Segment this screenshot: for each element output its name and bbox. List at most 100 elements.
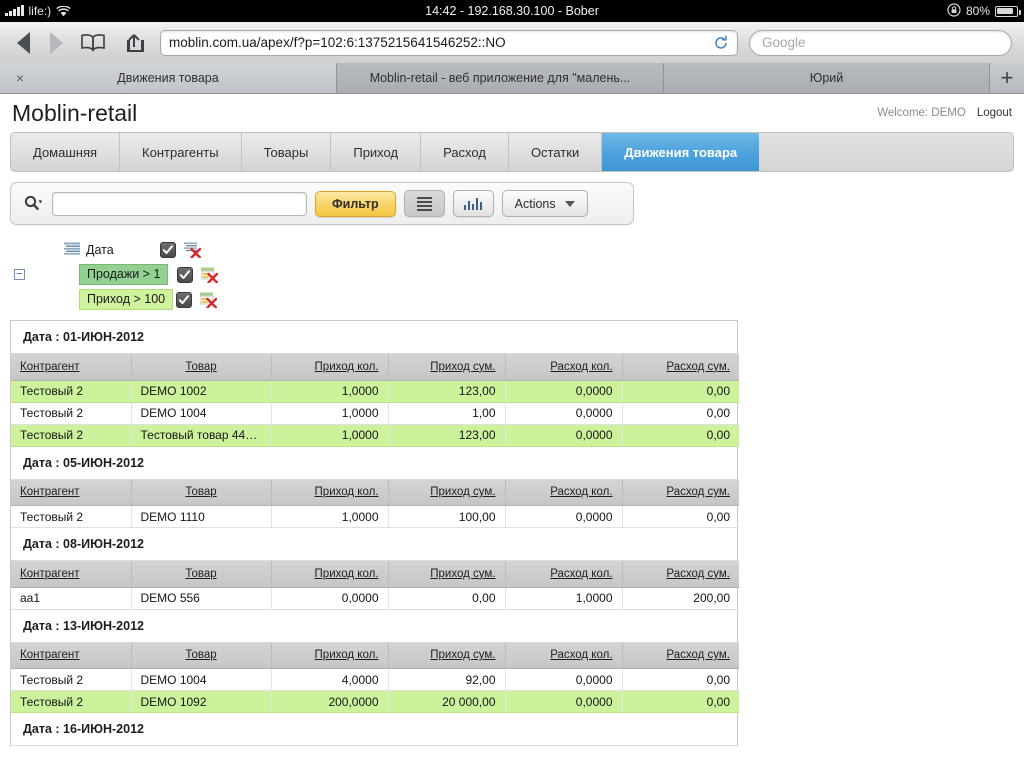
nav-tab-tovary[interactable]: Товары — [241, 133, 332, 171]
cell-kontragent: Тестовый 2 — [11, 402, 132, 425]
remove-control-break-icon[interactable] — [183, 242, 201, 259]
nav-tab-rashod[interactable]: Расход — [421, 133, 509, 171]
url-bar[interactable]: moblin.com.ua/apex/f?p=102:6:13752156415… — [160, 29, 738, 56]
status-bar-title: 14:42 - 192.168.30.100 - Bober — [425, 4, 599, 18]
remove-highlight-icon[interactable] — [201, 267, 219, 284]
highlight-enabled-checkbox[interactable] — [177, 266, 194, 283]
column-header-label: Расход сум. — [666, 486, 730, 499]
column-header-prihod-kol[interactable]: Приход кол. — [271, 561, 389, 588]
cell-prihod-sum: 0,00 — [388, 587, 506, 610]
logout-link[interactable]: Logout — [977, 107, 1012, 119]
column-header-prihod-sum[interactable]: Приход сум. — [388, 561, 506, 588]
report-filters-panel: Дата − Продажи > 1 Приход > 100 — [0, 225, 1024, 312]
status-bar-right: 80% — [947, 2, 1024, 20]
new-tab-button[interactable]: + — [990, 63, 1024, 93]
column-header-kontragent[interactable]: Контрагент — [11, 561, 132, 588]
table-row[interactable]: Тестовый 2 DEMO 1004 1,0000 1,00 0,0000 … — [11, 402, 739, 425]
cell-rashod-sum: 200,00 — [622, 587, 739, 610]
nav-tab-prihod[interactable]: Приход — [331, 133, 422, 171]
highlight-badge[interactable]: Приход > 100 — [79, 288, 174, 311]
bar-chart-icon — [463, 197, 483, 210]
column-header-tovar[interactable]: Товар — [131, 642, 272, 669]
column-header-label: Расход сум. — [666, 360, 730, 373]
browser-tab-1[interactable]: Moblin-retail - веб приложение для "мале… — [337, 63, 664, 93]
share-icon[interactable] — [119, 30, 149, 56]
column-header-rashod-kol[interactable]: Расход кол. — [505, 561, 623, 588]
column-header-kontragent[interactable]: Контрагент — [11, 642, 132, 669]
nav-tab-label: Домашняя — [33, 144, 98, 160]
column-header-prihod-kol[interactable]: Приход кол. — [271, 354, 389, 381]
browser-toolbar: moblin.com.ua/apex/f?p=102:6:13752156415… — [0, 22, 1024, 64]
cell-rashod-sum: 0,00 — [622, 402, 739, 425]
actions-label: Actions — [514, 196, 556, 211]
nav-tab-dvizheniya-tovara[interactable]: Движения товара — [602, 133, 760, 171]
report-table: Контрагент Товар Приход кол. Приход сум.… — [11, 561, 739, 610]
remove-highlight-icon[interactable] — [199, 292, 218, 309]
report-toolbar: Фильтр Actions — [10, 182, 634, 225]
column-header-rashod-sum[interactable]: Расход сум. — [622, 642, 739, 669]
column-header-rashod-sum[interactable]: Расход сум. — [622, 479, 739, 506]
nav-tab-ostatki[interactable]: Остатки — [508, 133, 603, 171]
column-header-label: Расход кол. — [550, 360, 613, 373]
column-header-tovar[interactable]: Товар — [131, 354, 272, 381]
column-header-kontragent[interactable]: Контрагент — [11, 479, 132, 506]
chart-view-button[interactable] — [452, 190, 494, 217]
control-break-enabled-checkbox[interactable] — [159, 241, 176, 258]
table-row[interactable]: Тестовый 2 DEMO 1092 200,0000 20 000,00 … — [11, 690, 739, 713]
collapse-toggle[interactable]: − — [14, 269, 25, 280]
control-break-icon — [63, 242, 81, 257]
forward-arrow-icon[interactable] — [45, 31, 67, 55]
table-row[interactable]: Тестовый 2 DEMO 1004 4,0000 92,00 0,0000… — [11, 668, 739, 691]
highlight-enabled-checkbox[interactable] — [176, 291, 193, 308]
back-arrow-icon[interactable] — [12, 31, 34, 55]
column-header-prihod-sum[interactable]: Приход сум. — [388, 642, 506, 669]
cell-rashod-sum: 0,00 — [622, 668, 739, 691]
column-header-rashod-kol[interactable]: Расход кол. — [505, 479, 623, 506]
list-view-button[interactable] — [403, 190, 445, 217]
column-header-rashod-sum[interactable]: Расход сум. — [622, 561, 739, 588]
search-magnifier-icon[interactable] — [20, 195, 44, 212]
column-header-prihod-kol[interactable]: Приход кол. — [271, 479, 389, 506]
search-input[interactable] — [52, 191, 307, 216]
browser-tab-0[interactable]: × Движения товара — [0, 63, 337, 93]
cell-rashod-kol: 0,0000 — [505, 424, 623, 447]
column-header-tovar[interactable]: Товар — [131, 561, 272, 588]
browser-search-field[interactable]: Google — [749, 29, 1012, 56]
cell-rashod-sum: 0,00 — [622, 424, 739, 447]
ios-status-bar: life:) 14:42 - 192.168.30.100 - Bober 80… — [0, 0, 1024, 22]
app-header: Moblin-retail Welcome: DEMO Logout — [0, 94, 1024, 132]
column-header-prihod-sum[interactable]: Приход сум. — [388, 479, 506, 506]
nav-tabs-filler — [759, 133, 1013, 171]
browser-tab-2[interactable]: Юрий — [664, 63, 990, 93]
cell-prihod-sum: 1,00 — [388, 402, 506, 425]
nav-tab-kontragenty[interactable]: Контрагенты — [120, 133, 242, 171]
interactive-report: Дата : 01-ИЮН-2012 Контрагент Товар Прих… — [10, 320, 739, 746]
table-row[interactable]: Тестовый 2 DEMO 1002 1,0000 123,00 0,000… — [11, 380, 739, 403]
table-row[interactable]: aa1 DEMO 556 0,0000 0,00 1,0000 200,00 — [11, 587, 739, 610]
column-header-rashod-kol[interactable]: Расход кол. — [505, 642, 623, 669]
column-header-prihod-kol[interactable]: Приход кол. — [271, 642, 389, 669]
column-header-tovar[interactable]: Товар — [131, 479, 272, 506]
tab-close-icon[interactable]: × — [16, 71, 24, 85]
column-header-label: Расход сум. — [666, 567, 730, 580]
report-table: Контрагент Товар Приход кол. Приход сум.… — [11, 642, 739, 713]
column-header-rashod-kol[interactable]: Расход кол. — [505, 354, 623, 381]
column-header-rashod-sum[interactable]: Расход сум. — [622, 354, 739, 381]
rotation-lock-icon — [947, 2, 961, 20]
page-title: Moblin-retail — [12, 99, 138, 126]
table-row[interactable]: Тестовый 2 Тестовый товар 44444 1,0000 1… — [11, 424, 739, 447]
table-header-row: Контрагент Товар Приход кол. Приход сум.… — [11, 642, 739, 669]
highlight-badge[interactable]: Продажи > 1 — [79, 263, 169, 286]
column-header-label: Приход кол. — [314, 649, 379, 662]
column-header-kontragent[interactable]: Контрагент — [11, 354, 132, 381]
bookmarks-book-icon[interactable] — [78, 30, 108, 56]
filter-button[interactable]: Фильтр — [315, 190, 396, 217]
nav-tab-domashnyaya[interactable]: Домашняя — [11, 133, 121, 171]
table-row[interactable]: Тестовый 2 DEMO 1110 1,0000 100,00 0,000… — [11, 505, 739, 528]
browser-tab-strip: × Движения товара Moblin-retail - веб пр… — [0, 63, 1024, 94]
column-header-prihod-sum[interactable]: Приход сум. — [388, 354, 506, 381]
nav-tab-label: Приход — [353, 144, 399, 160]
actions-button[interactable]: Actions — [501, 190, 588, 217]
reload-icon[interactable] — [713, 35, 729, 51]
welcome-label: Welcome: DEMO — [877, 107, 966, 119]
